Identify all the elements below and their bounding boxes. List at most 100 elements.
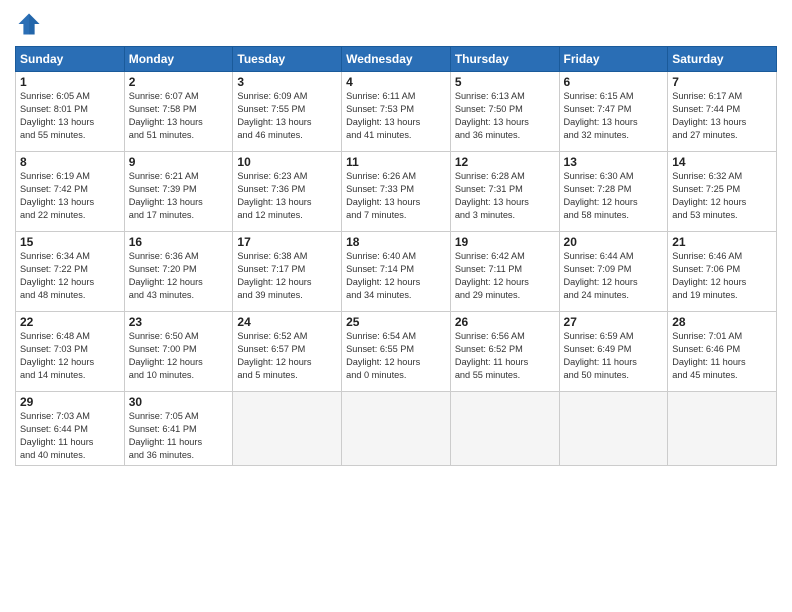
calendar-cell: 16Sunrise: 6:36 AM Sunset: 7:20 PM Dayli…: [124, 232, 233, 312]
calendar-cell: 14Sunrise: 6:32 AM Sunset: 7:25 PM Dayli…: [668, 152, 777, 232]
day-info: Sunrise: 7:01 AM Sunset: 6:46 PM Dayligh…: [672, 330, 772, 382]
day-number: 21: [672, 235, 772, 249]
day-info: Sunrise: 6:44 AM Sunset: 7:09 PM Dayligh…: [564, 250, 664, 302]
calendar-cell: [342, 392, 451, 466]
calendar-cell: 15Sunrise: 6:34 AM Sunset: 7:22 PM Dayli…: [16, 232, 125, 312]
weekday-header-row: Sunday Monday Tuesday Wednesday Thursday…: [16, 47, 777, 72]
calendar-cell: 13Sunrise: 6:30 AM Sunset: 7:28 PM Dayli…: [559, 152, 668, 232]
day-number: 20: [564, 235, 664, 249]
day-info: Sunrise: 6:56 AM Sunset: 6:52 PM Dayligh…: [455, 330, 555, 382]
calendar-table: Sunday Monday Tuesday Wednesday Thursday…: [15, 46, 777, 466]
day-info: Sunrise: 6:46 AM Sunset: 7:06 PM Dayligh…: [672, 250, 772, 302]
day-number: 13: [564, 155, 664, 169]
calendar-cell: 25Sunrise: 6:54 AM Sunset: 6:55 PM Dayli…: [342, 312, 451, 392]
calendar-cell: 11Sunrise: 6:26 AM Sunset: 7:33 PM Dayli…: [342, 152, 451, 232]
calendar-cell: 6Sunrise: 6:15 AM Sunset: 7:47 PM Daylig…: [559, 72, 668, 152]
day-number: 30: [129, 395, 229, 409]
day-info: Sunrise: 6:19 AM Sunset: 7:42 PM Dayligh…: [20, 170, 120, 222]
day-info: Sunrise: 6:34 AM Sunset: 7:22 PM Dayligh…: [20, 250, 120, 302]
day-info: Sunrise: 6:28 AM Sunset: 7:31 PM Dayligh…: [455, 170, 555, 222]
calendar-cell: 5Sunrise: 6:13 AM Sunset: 7:50 PM Daylig…: [450, 72, 559, 152]
header-sunday: Sunday: [16, 47, 125, 72]
header-saturday: Saturday: [668, 47, 777, 72]
calendar-cell: [233, 392, 342, 466]
day-number: 14: [672, 155, 772, 169]
day-number: 9: [129, 155, 229, 169]
day-info: Sunrise: 6:54 AM Sunset: 6:55 PM Dayligh…: [346, 330, 446, 382]
calendar-cell: 18Sunrise: 6:40 AM Sunset: 7:14 PM Dayli…: [342, 232, 451, 312]
header-wednesday: Wednesday: [342, 47, 451, 72]
day-number: 23: [129, 315, 229, 329]
day-info: Sunrise: 7:05 AM Sunset: 6:41 PM Dayligh…: [129, 410, 229, 462]
day-number: 24: [237, 315, 337, 329]
day-number: 19: [455, 235, 555, 249]
calendar-cell: 1Sunrise: 6:05 AM Sunset: 8:01 PM Daylig…: [16, 72, 125, 152]
day-info: Sunrise: 6:42 AM Sunset: 7:11 PM Dayligh…: [455, 250, 555, 302]
day-number: 28: [672, 315, 772, 329]
calendar-cell: 3Sunrise: 6:09 AM Sunset: 7:55 PM Daylig…: [233, 72, 342, 152]
day-number: 15: [20, 235, 120, 249]
day-info: Sunrise: 6:23 AM Sunset: 7:36 PM Dayligh…: [237, 170, 337, 222]
calendar-cell: 9Sunrise: 6:21 AM Sunset: 7:39 PM Daylig…: [124, 152, 233, 232]
day-info: Sunrise: 6:13 AM Sunset: 7:50 PM Dayligh…: [455, 90, 555, 142]
day-number: 25: [346, 315, 446, 329]
calendar-cell: 23Sunrise: 6:50 AM Sunset: 7:00 PM Dayli…: [124, 312, 233, 392]
calendar-cell: 27Sunrise: 6:59 AM Sunset: 6:49 PM Dayli…: [559, 312, 668, 392]
calendar-cell: 7Sunrise: 6:17 AM Sunset: 7:44 PM Daylig…: [668, 72, 777, 152]
day-number: 2: [129, 75, 229, 89]
day-info: Sunrise: 6:52 AM Sunset: 6:57 PM Dayligh…: [237, 330, 337, 382]
logo-icon: [15, 10, 43, 38]
logo: [15, 10, 47, 38]
calendar-cell: 21Sunrise: 6:46 AM Sunset: 7:06 PM Dayli…: [668, 232, 777, 312]
day-info: Sunrise: 7:03 AM Sunset: 6:44 PM Dayligh…: [20, 410, 120, 462]
day-info: Sunrise: 6:21 AM Sunset: 7:39 PM Dayligh…: [129, 170, 229, 222]
day-number: 4: [346, 75, 446, 89]
calendar-cell: 4Sunrise: 6:11 AM Sunset: 7:53 PM Daylig…: [342, 72, 451, 152]
calendar-cell: [450, 392, 559, 466]
day-info: Sunrise: 6:09 AM Sunset: 7:55 PM Dayligh…: [237, 90, 337, 142]
day-info: Sunrise: 6:40 AM Sunset: 7:14 PM Dayligh…: [346, 250, 446, 302]
calendar-cell: 19Sunrise: 6:42 AM Sunset: 7:11 PM Dayli…: [450, 232, 559, 312]
calendar-cell: 30Sunrise: 7:05 AM Sunset: 6:41 PM Dayli…: [124, 392, 233, 466]
day-info: Sunrise: 6:38 AM Sunset: 7:17 PM Dayligh…: [237, 250, 337, 302]
day-number: 29: [20, 395, 120, 409]
header-friday: Friday: [559, 47, 668, 72]
day-number: 1: [20, 75, 120, 89]
day-info: Sunrise: 6:59 AM Sunset: 6:49 PM Dayligh…: [564, 330, 664, 382]
day-number: 3: [237, 75, 337, 89]
day-number: 12: [455, 155, 555, 169]
page-header: [15, 10, 777, 38]
calendar-cell: 24Sunrise: 6:52 AM Sunset: 6:57 PM Dayli…: [233, 312, 342, 392]
day-info: Sunrise: 6:15 AM Sunset: 7:47 PM Dayligh…: [564, 90, 664, 142]
day-number: 8: [20, 155, 120, 169]
day-info: Sunrise: 6:07 AM Sunset: 7:58 PM Dayligh…: [129, 90, 229, 142]
calendar-cell: 29Sunrise: 7:03 AM Sunset: 6:44 PM Dayli…: [16, 392, 125, 466]
header-monday: Monday: [124, 47, 233, 72]
calendar-cell: [559, 392, 668, 466]
day-number: 17: [237, 235, 337, 249]
day-info: Sunrise: 6:30 AM Sunset: 7:28 PM Dayligh…: [564, 170, 664, 222]
day-number: 11: [346, 155, 446, 169]
calendar-cell: 12Sunrise: 6:28 AM Sunset: 7:31 PM Dayli…: [450, 152, 559, 232]
day-number: 27: [564, 315, 664, 329]
calendar-cell: 2Sunrise: 6:07 AM Sunset: 7:58 PM Daylig…: [124, 72, 233, 152]
day-number: 6: [564, 75, 664, 89]
day-number: 26: [455, 315, 555, 329]
day-number: 16: [129, 235, 229, 249]
calendar-cell: 28Sunrise: 7:01 AM Sunset: 6:46 PM Dayli…: [668, 312, 777, 392]
day-info: Sunrise: 6:17 AM Sunset: 7:44 PM Dayligh…: [672, 90, 772, 142]
calendar-cell: 26Sunrise: 6:56 AM Sunset: 6:52 PM Dayli…: [450, 312, 559, 392]
day-number: 5: [455, 75, 555, 89]
calendar-cell: 8Sunrise: 6:19 AM Sunset: 7:42 PM Daylig…: [16, 152, 125, 232]
day-info: Sunrise: 6:50 AM Sunset: 7:00 PM Dayligh…: [129, 330, 229, 382]
day-info: Sunrise: 6:32 AM Sunset: 7:25 PM Dayligh…: [672, 170, 772, 222]
calendar-cell: 17Sunrise: 6:38 AM Sunset: 7:17 PM Dayli…: [233, 232, 342, 312]
day-number: 7: [672, 75, 772, 89]
calendar-cell: 20Sunrise: 6:44 AM Sunset: 7:09 PM Dayli…: [559, 232, 668, 312]
calendar-cell: 10Sunrise: 6:23 AM Sunset: 7:36 PM Dayli…: [233, 152, 342, 232]
header-thursday: Thursday: [450, 47, 559, 72]
day-number: 10: [237, 155, 337, 169]
calendar-cell: 22Sunrise: 6:48 AM Sunset: 7:03 PM Dayli…: [16, 312, 125, 392]
day-number: 18: [346, 235, 446, 249]
day-info: Sunrise: 6:11 AM Sunset: 7:53 PM Dayligh…: [346, 90, 446, 142]
